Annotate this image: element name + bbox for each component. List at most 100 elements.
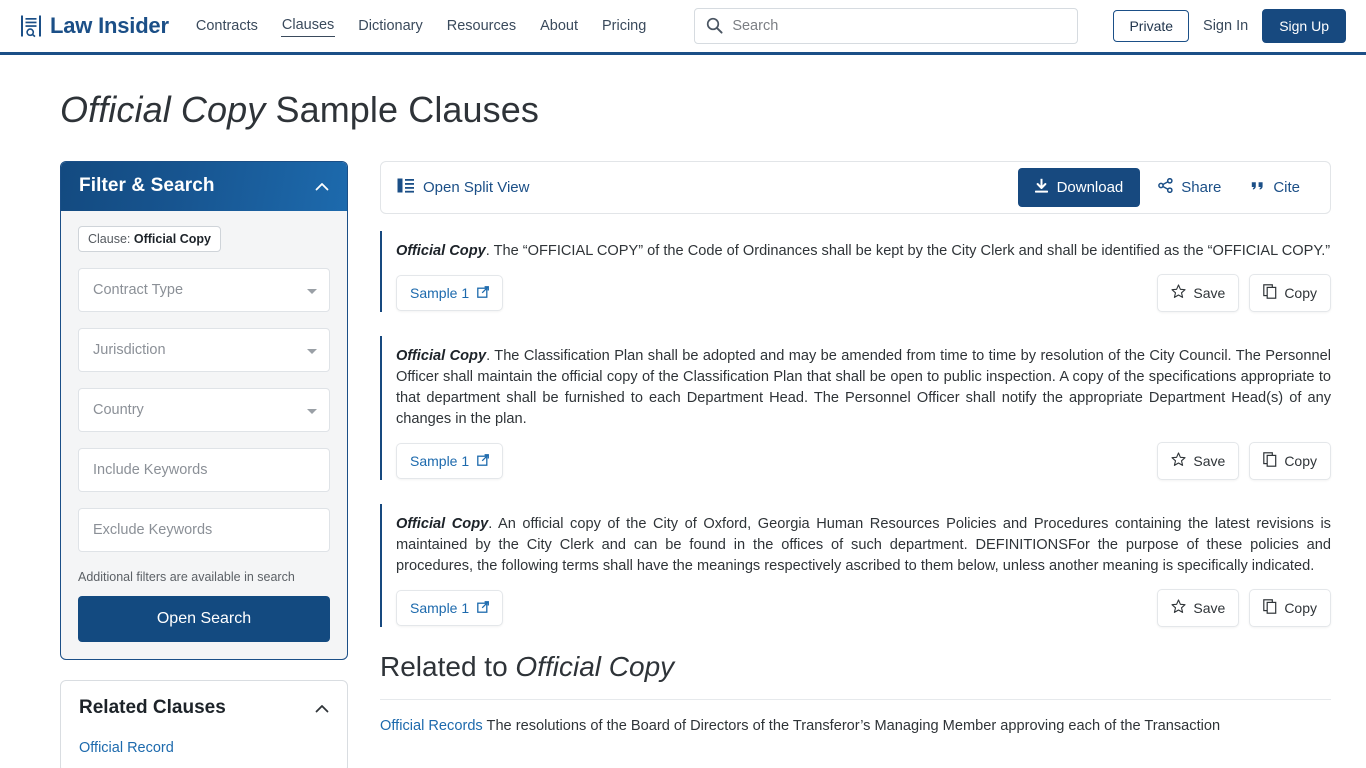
related-clauses-title: Related Clauses [79, 697, 226, 718]
clause-term: Official Copy [396, 348, 487, 364]
open-split-view-label: Open Split View [423, 179, 530, 196]
clause-footer: Sample 1 Save Copy [396, 442, 1331, 480]
search-container [694, 8, 1079, 44]
share-label: Share [1181, 179, 1222, 196]
related-clauses-header[interactable]: Related Clauses [61, 681, 347, 732]
page-title: Official Copy Sample Clauses [60, 89, 1346, 131]
clause-footer: Sample 1 Save Copy [396, 274, 1331, 312]
clause-term: Official Copy [396, 516, 489, 532]
save-label: Save [1193, 453, 1226, 469]
quote-icon [1251, 179, 1265, 196]
clause-body: . The Classification Plan shall be adopt… [396, 348, 1331, 427]
download-button[interactable]: Download [1017, 168, 1141, 207]
copy-button[interactable]: Copy [1249, 442, 1331, 480]
brand-name: Law Insider [50, 13, 169, 38]
page-title-suffix: Sample Clauses [265, 89, 540, 130]
clause-item: Official Copy. The Classification Plan s… [380, 336, 1331, 480]
copy-icon [1263, 599, 1277, 617]
nav-item-about[interactable]: About [539, 16, 579, 37]
cite-label: Cite [1273, 179, 1300, 196]
external-link-icon [477, 453, 490, 469]
external-link-icon [477, 285, 490, 301]
copy-label: Copy [1284, 600, 1317, 616]
search-input[interactable] [694, 8, 1079, 44]
jurisdiction-label: Jurisdiction [93, 342, 166, 358]
main-nav: Contracts Clauses Dictionary Resources A… [195, 0, 647, 52]
star-icon [1171, 284, 1186, 302]
nav-item-dictionary[interactable]: Dictionary [357, 16, 423, 37]
chevron-up-icon[interactable] [315, 704, 329, 713]
save-label: Save [1193, 600, 1226, 616]
clause-actions: Save Copy [1157, 442, 1331, 480]
document-search-icon [20, 14, 42, 38]
clause-text: Official Copy. The Classification Plan s… [396, 346, 1331, 430]
main-content: Open Split View Download Share Cite Offi… [380, 161, 1346, 768]
sign-in-link[interactable]: Sign In [1201, 14, 1250, 38]
sign-up-button[interactable]: Sign Up [1262, 9, 1346, 43]
download-icon [1034, 178, 1048, 197]
sample-label: Sample 1 [410, 453, 470, 469]
sample-link-button[interactable]: Sample 1 [396, 275, 504, 311]
content-layout: Filter & Search Clause: Official Copy Co… [60, 161, 1346, 768]
chevron-down-icon [307, 289, 317, 294]
copy-button[interactable]: Copy [1249, 274, 1331, 312]
clause-actions: Save Copy [1157, 589, 1331, 627]
cite-button[interactable]: Cite [1239, 169, 1312, 206]
filter-search-header[interactable]: Filter & Search [61, 162, 347, 211]
save-button[interactable]: Save [1157, 274, 1240, 312]
related-section-heading: Related to Official Copy [380, 651, 1331, 683]
clause-text: Official Copy. An official copy of the C… [396, 514, 1331, 577]
contract-type-label: Contract Type [93, 282, 184, 298]
exclude-keywords-input[interactable] [78, 508, 330, 552]
nav-item-pricing[interactable]: Pricing [601, 16, 647, 37]
sidebar: Filter & Search Clause: Official Copy Co… [60, 161, 348, 768]
save-label: Save [1193, 285, 1226, 301]
clause-text: Official Copy. The “OFFICIAL COPY” of th… [396, 241, 1331, 262]
external-link-icon [477, 600, 490, 616]
save-button[interactable]: Save [1157, 589, 1240, 627]
chevron-down-icon [307, 409, 317, 414]
star-icon [1171, 452, 1186, 470]
clause-chip-value: Official Copy [133, 232, 211, 246]
copy-button[interactable]: Copy [1249, 589, 1331, 627]
clause-item: Official Copy. The “OFFICIAL COPY” of th… [380, 231, 1331, 312]
copy-label: Copy [1284, 453, 1317, 469]
sample-link-button[interactable]: Sample 1 [396, 443, 504, 479]
contract-type-select[interactable]: Contract Type [78, 268, 330, 312]
clause-filter-chip[interactable]: Clause: Official Copy [78, 226, 221, 252]
related-clauses-panel: Related Clauses Official Record [60, 680, 348, 768]
open-split-view-button[interactable]: Open Split View [397, 178, 529, 197]
filter-search-title: Filter & Search [79, 175, 215, 196]
clause-footer: Sample 1 Save Copy [396, 589, 1331, 627]
page-container: Official Copy Sample Clauses Filter & Se… [0, 89, 1366, 768]
country-select[interactable]: Country [78, 388, 330, 432]
sample-label: Sample 1 [410, 600, 470, 616]
brand-logo[interactable]: Law Insider [20, 13, 169, 39]
split-view-icon [397, 178, 414, 197]
clause-body: . The “OFFICIAL COPY” of the Code of Ord… [485, 243, 1331, 259]
sample-link-button[interactable]: Sample 1 [396, 590, 504, 626]
related-clause-link[interactable]: Official Record [61, 732, 347, 768]
nav-item-clauses[interactable]: Clauses [280, 15, 336, 37]
clause-body: . An official copy of the City of Oxford… [396, 516, 1331, 574]
chevron-up-icon[interactable] [315, 182, 329, 191]
additional-filters-hint: Additional filters are available in sear… [78, 570, 295, 584]
filter-search-panel: Filter & Search Clause: Official Copy Co… [60, 161, 348, 660]
copy-label: Copy [1284, 285, 1317, 301]
jurisdiction-select[interactable]: Jurisdiction [78, 328, 330, 372]
page-title-term: Official Copy [60, 89, 266, 130]
related-entry: Official Records The resolutions of the … [380, 716, 1331, 737]
save-button[interactable]: Save [1157, 442, 1240, 480]
related-entry-link[interactable]: Official Records [380, 718, 483, 734]
private-button[interactable]: Private [1113, 10, 1190, 42]
download-label: Download [1056, 179, 1124, 196]
include-keywords-input[interactable] [78, 448, 330, 492]
nav-item-resources[interactable]: Resources [446, 16, 517, 37]
clause-chip-prefix: Clause: [88, 232, 134, 246]
header-actions: Private Sign In Sign Up [1113, 9, 1346, 43]
open-search-button[interactable]: Open Search [78, 596, 330, 642]
nav-item-contracts[interactable]: Contracts [195, 16, 259, 37]
share-button[interactable]: Share [1146, 168, 1233, 207]
filter-search-body: Clause: Official Copy Contract Type Juri… [61, 211, 347, 659]
sample-label: Sample 1 [410, 285, 470, 301]
